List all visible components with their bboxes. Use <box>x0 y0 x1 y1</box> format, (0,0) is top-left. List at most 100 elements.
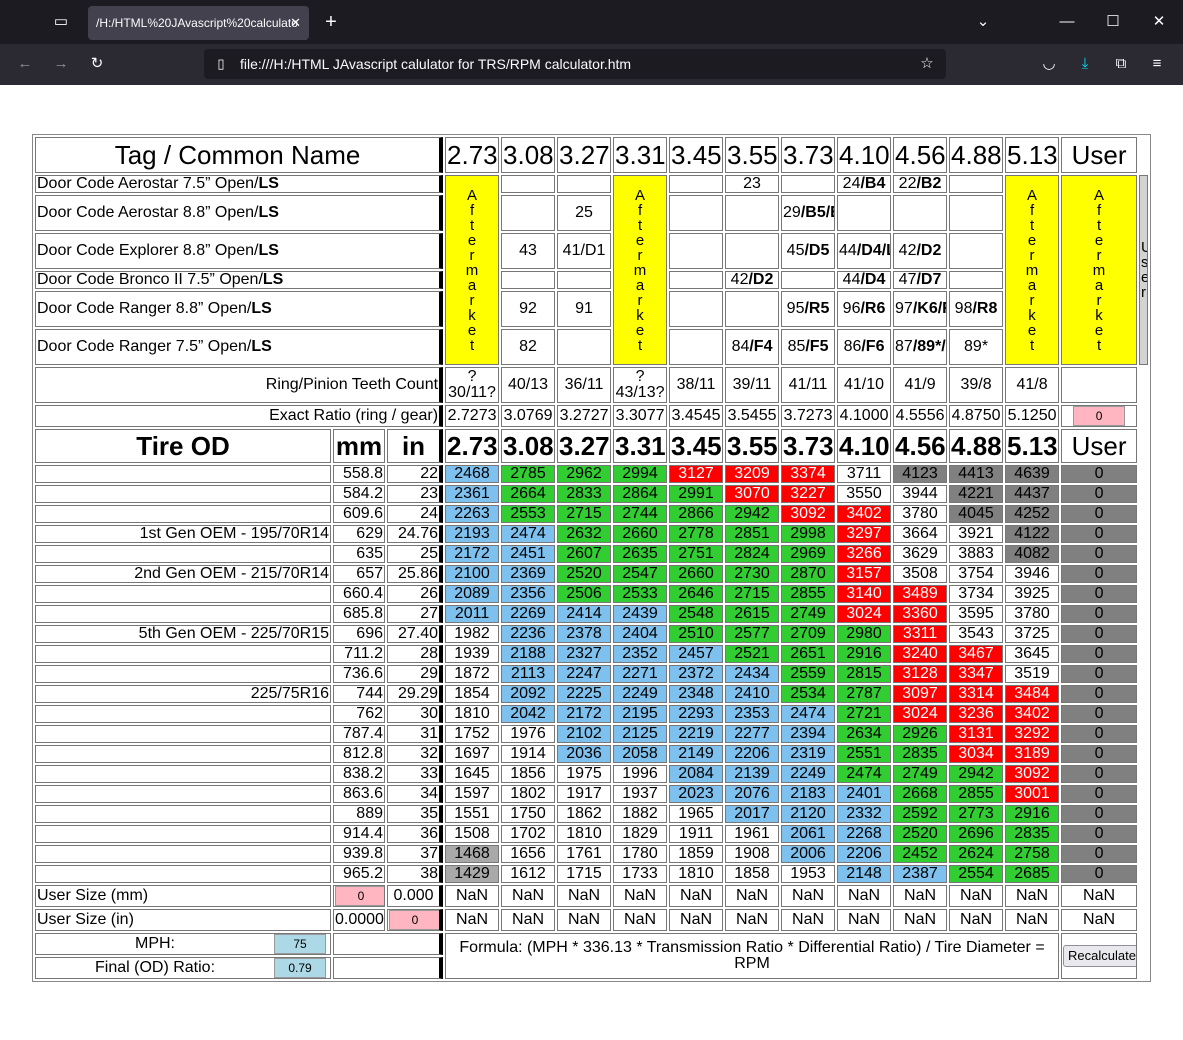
new-tab-icon[interactable]: + <box>320 12 342 32</box>
rpm-cell: 2751 <box>669 545 724 563</box>
rpm-cell: 2102 <box>557 725 612 743</box>
rpm-cell: 3314 <box>949 685 1004 703</box>
extensions-icon[interactable]: ⧉ <box>1110 54 1132 74</box>
close-window-icon[interactable]: ✕ <box>1148 12 1170 32</box>
browser-tab[interactable]: /H:/HTML%20JAvascript%20calculato ✕ <box>88 6 309 40</box>
chevron-down-icon[interactable]: ⌄ <box>972 12 994 32</box>
close-tab-icon[interactable]: ✕ <box>290 6 301 40</box>
rpm-cell: 3127 <box>669 465 724 483</box>
rpm-cell: 0 <box>1061 465 1138 483</box>
minimize-icon[interactable]: — <box>1056 12 1078 32</box>
tire-mm: 812.8 <box>333 745 385 763</box>
tire-in: 27.40 <box>387 625 444 643</box>
user-size-mm-input[interactable]: 0 <box>335 886 384 906</box>
user-size-in-label: User Size (in) <box>35 909 331 931</box>
address-bar[interactable]: ▯ file:///H:/HTML JAvascript calulator f… <box>204 49 946 79</box>
pocket-icon[interactable]: ◡ <box>1038 54 1060 74</box>
rpm-cell: 4437 <box>1005 485 1060 503</box>
menu-icon[interactable]: ≡ <box>1146 54 1168 74</box>
rpm-cell: 2634 <box>837 725 892 743</box>
ratio-header: 3.08 <box>501 429 556 463</box>
rpm-cell: 2100 <box>445 565 500 583</box>
ring-pinion-cell: 41/9 <box>893 367 948 403</box>
rpm-cell: 2352 <box>613 645 668 663</box>
table-row: 838.2 33 1645 1856 1975 1996 2084 2139 2249 2474 2… <box>35 765 1148 783</box>
rpm-cell: NaN <box>557 885 612 907</box>
back-icon[interactable]: ← <box>14 54 36 74</box>
ratio-header: 4.10 <box>837 429 892 463</box>
rpm-cell: 2474 <box>781 705 836 723</box>
rpm-cell: 0 <box>1061 505 1138 523</box>
rpm-cell: 2991 <box>669 485 724 503</box>
rpm-cell: 2148 <box>837 865 892 883</box>
rpm-cell: 2520 <box>557 565 612 583</box>
tire-name: 2nd Gen OEM - 215/70R14 <box>35 565 331 583</box>
user-size-in-input[interactable]: 0 <box>389 910 440 930</box>
table-row: Ring/Pinion Teeth Count? 30/11? 40/13 36/11… <box>35 367 1148 403</box>
rpm-cell: NaN <box>725 909 780 931</box>
maximize-icon[interactable]: ☐ <box>1102 12 1124 32</box>
rpm-cell: 4082 <box>1005 545 1060 563</box>
tire-name <box>35 505 331 523</box>
door-code-cell: 44/D4/L73 <box>837 233 892 269</box>
od-ratio-input[interactable]: 0.79 <box>274 958 326 978</box>
recalculate-button[interactable]: Recalculate <box>1063 945 1137 967</box>
door-code-cell: 43 <box>501 233 556 269</box>
table-row: Door Code Aerostar 8.8” Open/LS 25 29/B5/B… <box>35 195 1148 231</box>
rpm-cell: 1752 <box>445 725 500 743</box>
page-content: Tag / Common Name 2.73 3.08 3.27 3.31 3.45 3.5… <box>0 85 1183 1040</box>
bookmark-star-icon[interactable]: ☆ <box>918 54 936 74</box>
table-row: Tire OD mm in 2.73 3.08 3.27 3.31 3.45 3.55 3.73 4… <box>35 429 1148 463</box>
rpm-cell: 2749 <box>781 605 836 623</box>
rpm-cell: NaN <box>557 909 612 931</box>
ratio-header: 3.27 <box>557 429 612 463</box>
rpm-cell: 2058 <box>613 745 668 763</box>
rpm-cell: 2474 <box>501 525 556 543</box>
rpm-cell: 3944 <box>893 485 948 503</box>
rpm-cell: 3780 <box>1005 605 1060 623</box>
door-code-cell: 85/F5 <box>781 329 836 365</box>
rpm-cell: 2084 <box>669 765 724 783</box>
rpm-cell: 2744 <box>613 505 668 523</box>
rpm-cell: 2998 <box>781 525 836 543</box>
in-header: in <box>387 429 444 463</box>
rpm-cell: 2188 <box>501 645 556 663</box>
download-icon[interactable]: ⤓ <box>1074 54 1096 74</box>
rpm-cell: 2773 <box>949 805 1004 823</box>
rpm-cell: 1937 <box>613 785 668 803</box>
rpm-cell: 2553 <box>501 505 556 523</box>
rpm-cell: 3711 <box>837 465 892 483</box>
rpm-cell: 2434 <box>725 665 780 683</box>
rpm-cell: 2149 <box>669 745 724 763</box>
user-size-in-cell: 0 <box>387 909 444 931</box>
rpm-cell: 0 <box>1061 525 1138 543</box>
rpm-cell: 3347 <box>949 665 1004 683</box>
aftermarket-cell: Aftermarket <box>1005 175 1060 365</box>
door-code-cell <box>669 233 724 269</box>
ring-pinion-label: Ring/Pinion Teeth Count <box>35 367 444 403</box>
rpm-cell: 2195 <box>613 705 668 723</box>
tag-header: Tag / Common Name <box>35 137 444 173</box>
rpm-cell: 2855 <box>781 585 836 603</box>
forward-icon[interactable]: → <box>50 54 72 74</box>
rpm-cell: 3266 <box>837 545 892 563</box>
tire-name <box>35 665 331 683</box>
rpm-cell: 3292 <box>1005 725 1060 743</box>
tab-list-icon[interactable]: ▭ <box>50 12 72 32</box>
user-size-mm-cell: 0 <box>333 885 385 907</box>
rpm-cell: 1780 <box>613 845 668 863</box>
rpm-cell: NaN <box>1005 909 1060 931</box>
rpm-cell: 2994 <box>613 465 668 483</box>
rpm-cell: 3484 <box>1005 685 1060 703</box>
mph-input[interactable]: 75 <box>274 934 326 954</box>
rpm-cell: 1702 <box>501 825 556 843</box>
rpm-cell: 2206 <box>725 745 780 763</box>
rpm-cell: 4122 <box>1005 525 1060 543</box>
tire-mm: 939.8 <box>333 845 385 863</box>
rpm-cell: 2092 <box>501 685 556 703</box>
ring-pinion-cell: 41/8 <box>1005 367 1060 403</box>
user-ratio-input[interactable]: 0 <box>1073 406 1126 426</box>
tire-in: 25 <box>387 545 444 563</box>
reload-icon[interactable]: ↻ <box>86 54 108 74</box>
tire-mm: 736.6 <box>333 665 385 683</box>
